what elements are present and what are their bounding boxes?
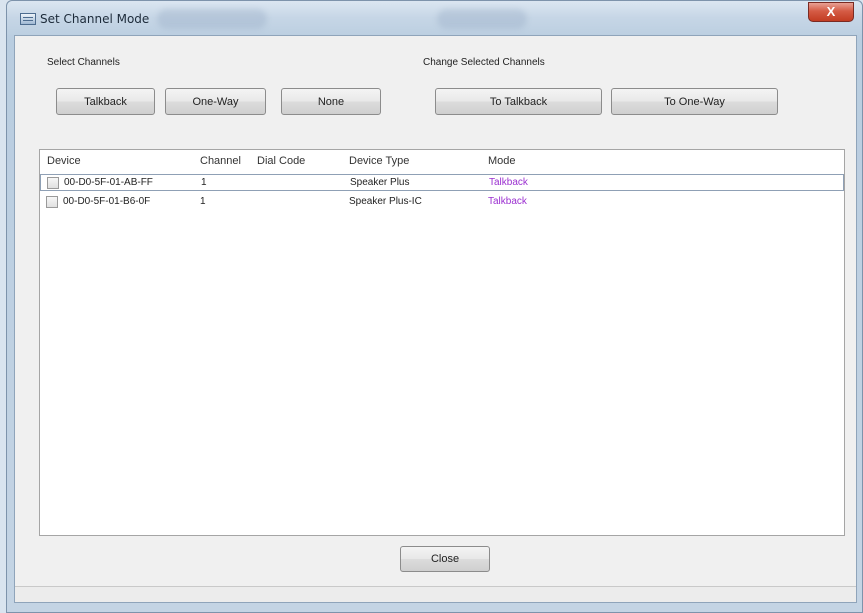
device-cell: 00-D0-5F-01-AB-FF [64,177,153,188]
mode-cell: Talkback [488,196,527,207]
column-header-device-type[interactable]: Device Type [349,155,409,167]
device-type-cell: Speaker Plus [350,177,410,188]
table-row[interactable]: 00-D0-5F-01-AB-FF 1 Speaker Plus Talkbac… [40,174,844,191]
row-checkbox[interactable] [46,196,58,208]
titlebar-blur [157,9,267,29]
table-row[interactable]: 00-D0-5F-01-B6-0F 1 Speaker Plus-IC Talk… [40,194,844,211]
column-header-dial-code[interactable]: Dial Code [257,155,305,167]
change-selected-channels-label: Change Selected Channels [423,57,545,68]
dialog-bottom-edge [15,586,856,602]
one-way-select-button[interactable]: One-Way [165,88,266,115]
talkback-select-button[interactable]: Talkback [56,88,155,115]
close-button[interactable]: Close [400,546,490,572]
device-cell: 00-D0-5F-01-B6-0F [63,196,151,207]
to-one-way-button[interactable]: To One-Way [611,88,778,115]
dialog-client-area: Select Channels Change Selected Channels… [14,35,857,603]
window-title: Set Channel Mode [40,12,150,26]
column-header-channel[interactable]: Channel [200,155,241,167]
window-app-icon [20,13,36,25]
table-header: Device Channel Dial Code Device Type Mod… [40,150,844,170]
column-header-mode[interactable]: Mode [488,155,516,167]
to-talkback-button[interactable]: To Talkback [435,88,602,115]
set-channel-mode-dialog: Set Channel Mode X Select Channels Chang… [6,0,863,613]
device-type-cell: Speaker Plus-IC [349,196,422,207]
row-checkbox[interactable] [47,177,59,189]
titlebar-blur [437,9,527,29]
channel-cell: 1 [201,177,207,188]
channel-cell: 1 [200,196,206,207]
channel-table[interactable]: Device Channel Dial Code Device Type Mod… [39,149,845,536]
title-bar[interactable]: Set Channel Mode X [7,1,862,35]
close-x-icon[interactable]: X [808,2,854,22]
select-channels-label: Select Channels [47,57,120,68]
mode-cell: Talkback [489,177,528,188]
column-header-device[interactable]: Device [47,155,81,167]
none-select-button[interactable]: None [281,88,381,115]
